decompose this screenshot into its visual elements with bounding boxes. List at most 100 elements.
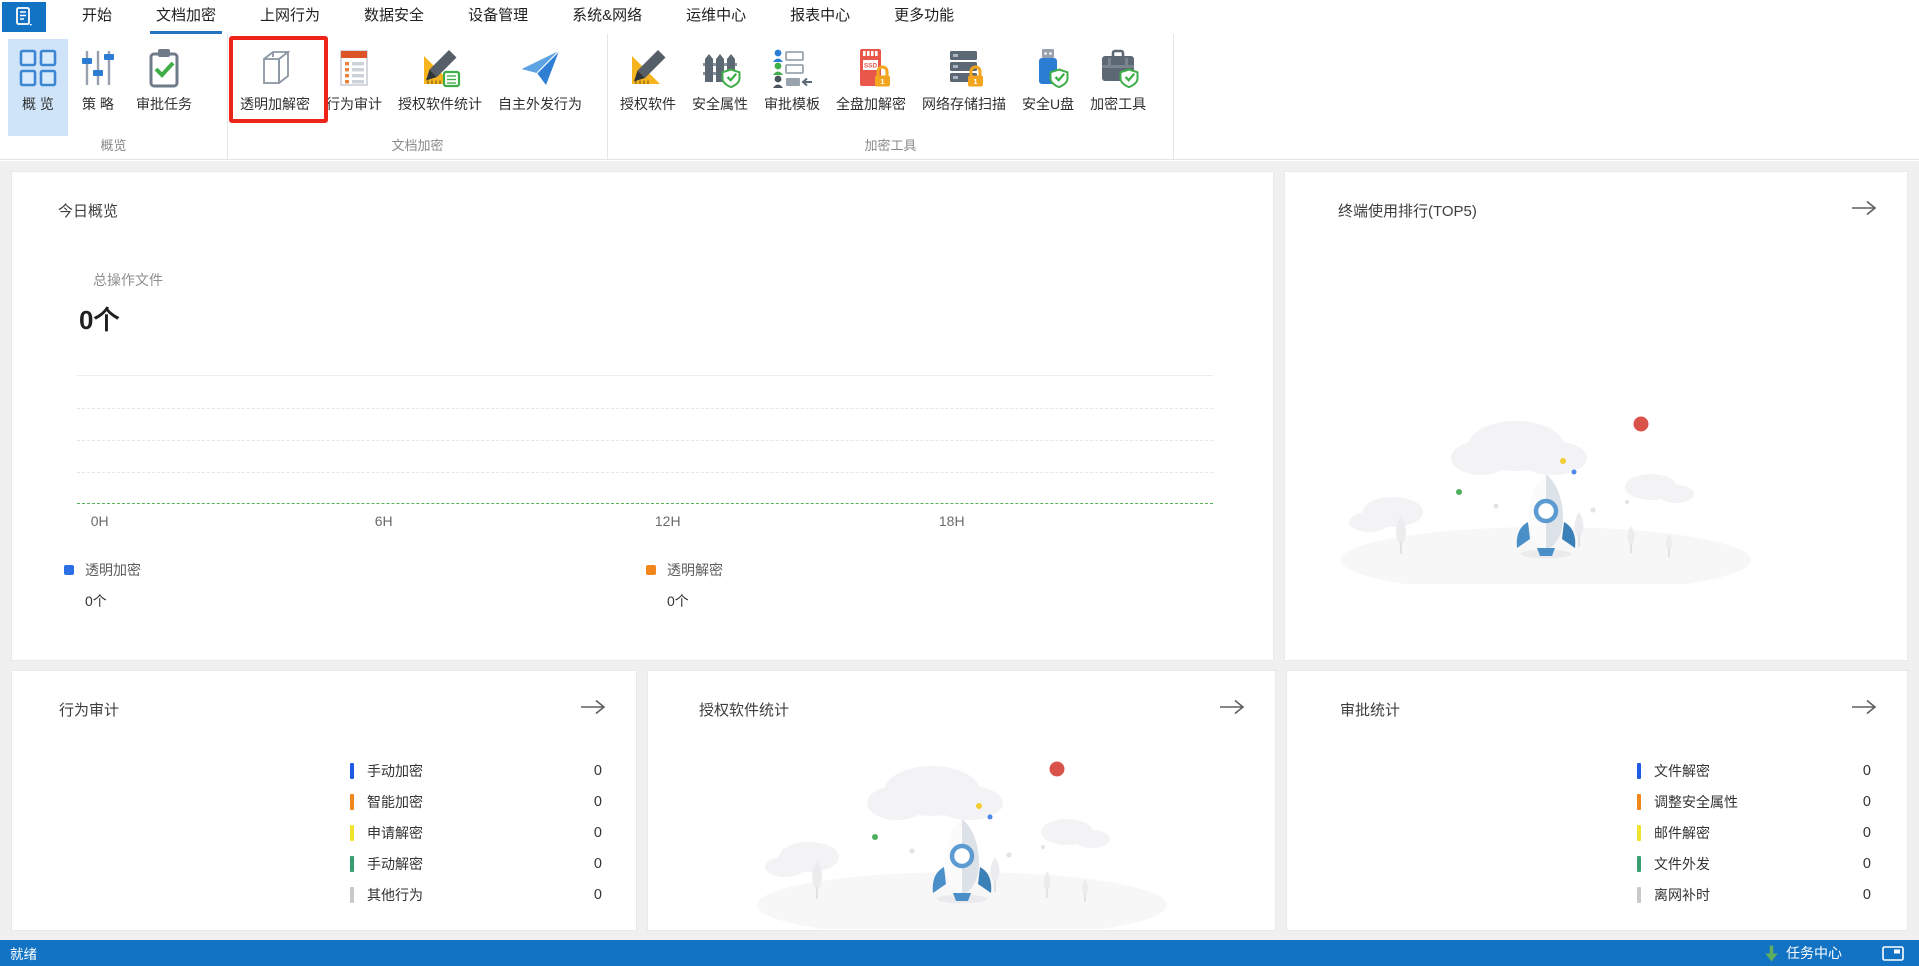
menu-bar: 开始 文档加密 上网行为 数据安全 设备管理 系统&网络 运维中心 报表中心 更…: [0, 0, 1919, 34]
total-files-label: 总操作文件: [93, 272, 163, 288]
x-tick: 6H: [374, 513, 393, 529]
tab-internet-behavior[interactable]: 上网行为: [238, 0, 342, 34]
ribbon-button-transparent-crypt[interactable]: 透明加解密: [232, 39, 318, 136]
ribbon-button-authorized-software-stats[interactable]: 授权软件统计: [390, 39, 490, 136]
task-center-label: 任务中心: [1786, 945, 1842, 961]
panel-title: 审批统计: [1340, 702, 1401, 719]
tab-start[interactable]: 开始: [60, 0, 134, 34]
item-value: 0: [1862, 793, 1871, 810]
status-bar: 就绪 任务中心: [0, 940, 1919, 966]
panel-title: 授权软件统计: [699, 702, 790, 719]
dashboard-content: 今日概览 总操作文件 0个 0H 6H 12H 18H 透明加密 0个 透明解密…: [0, 161, 1919, 940]
ribbon-button-label: 审批任务: [136, 96, 192, 112]
item-value: 0: [593, 824, 602, 841]
item-value: 0: [1862, 762, 1871, 779]
ribbon-button-label: 加密工具: [1090, 96, 1147, 112]
ribbon-button-behavior-audit[interactable]: 行为审计: [318, 39, 390, 136]
tab-report-center[interactable]: 报表中心: [768, 0, 872, 34]
item-label: 文件外发: [1654, 855, 1710, 872]
behavior-audit-list: 手动加密 0 智能加密 0 申请解密 0 手动解密 0 其他行为 0: [350, 755, 602, 910]
item-label: 手动解密: [367, 855, 423, 872]
list-item: 文件外发 0: [1637, 848, 1871, 879]
item-value: 0: [1862, 886, 1871, 903]
arrow-right-icon: [1851, 699, 1877, 715]
transparent-crypt-cube-icon: [263, 51, 291, 84]
ribbon-button-authorized-software[interactable]: 授权软件: [612, 39, 684, 136]
ribbon-button-crypt-tools[interactable]: 加密工具: [1082, 39, 1154, 136]
legend-value: 0个: [667, 593, 689, 609]
legend-value: 0个: [85, 593, 107, 609]
list-item: 调整安全属性 0: [1637, 786, 1871, 817]
item-label: 其他行为: [367, 886, 423, 903]
item-label: 申请解密: [367, 824, 423, 841]
item-label: 智能加密: [367, 793, 423, 810]
item-value: 0: [593, 793, 602, 810]
approval-template-people-icon: [773, 49, 812, 88]
item-label: 邮件解密: [1654, 824, 1710, 841]
arrow-right-icon: [1851, 200, 1877, 216]
chart-gridline: [77, 440, 1213, 441]
app-logo-icon: [16, 7, 32, 26]
ribbon-group-label: 概览: [100, 138, 127, 153]
outgoing-paper-plane-icon: [522, 50, 560, 85]
list-item: 智能加密 0: [350, 786, 602, 817]
ribbon-group-label: 加密工具: [864, 138, 917, 153]
ribbon-button-overview[interactable]: 概 览: [8, 39, 68, 136]
status-ready-text: 就绪: [10, 947, 37, 962]
today-trend-chart: [77, 375, 1213, 504]
item-value: 0: [593, 886, 602, 903]
tab-document-encryption[interactable]: 文档加密: [134, 0, 238, 34]
legend-transparent-decrypt: 透明解密 0个: [646, 560, 723, 611]
ribbon-button-full-disk-crypt[interactable]: SSD 全盘加解密: [828, 39, 914, 136]
secure-usb-shield-icon: [1039, 49, 1069, 89]
task-center-button[interactable]: 任务中心: [1764, 943, 1842, 963]
x-tick: 12H: [654, 513, 681, 529]
list-item: 申请解密 0: [350, 817, 602, 848]
download-arrow-icon: [1765, 945, 1778, 961]
legend-transparent-encrypt: 透明加密 0个: [64, 560, 141, 611]
ribbon-button-network-storage-scan[interactable]: 网络存储扫描: [914, 39, 1014, 136]
color-bar: [350, 886, 354, 903]
ribbon-button-label: 授权软件: [620, 96, 676, 112]
item-value: 0: [593, 762, 602, 779]
ribbon-group-crypt-tools: 授权软件 安全属性 审批模板 SSD 全盘加解密 网络存储扫描 安全U盘 加密工…: [608, 34, 1174, 159]
tab-device-management[interactable]: 设备管理: [446, 0, 550, 34]
app-menu-button[interactable]: [2, 2, 46, 32]
ribbon-toolbar: 概 览 策 略 审批任务 概览 透明加解密 行为审计 授权软件统计 自主外发行为…: [0, 34, 1919, 160]
ribbon-button-approval-task[interactable]: 审批任务: [128, 39, 200, 136]
list-item: 离网补时 0: [1637, 879, 1871, 910]
ribbon-button-outgoing-behavior[interactable]: 自主外发行为: [490, 39, 590, 136]
dropdown-caret-icon: [29, 24, 32, 26]
taskbar-window-button[interactable]: [1882, 945, 1904, 961]
panel-arrow-button[interactable]: [578, 697, 608, 717]
tab-data-security[interactable]: 数据安全: [342, 0, 446, 34]
network-storage-scan-server-lock-icon: [950, 51, 985, 88]
crypt-toolbox-shield-icon: [1102, 49, 1139, 89]
panel-arrow-button[interactable]: [1217, 697, 1247, 717]
app-window: 开始 文档加密 上网行为 数据安全 设备管理 系统&网络 运维中心 报表中心 更…: [0, 0, 1919, 966]
ribbon-button-secure-usb[interactable]: 安全U盘: [1014, 39, 1082, 136]
color-bar: [1637, 886, 1641, 903]
tab-ops-center[interactable]: 运维中心: [664, 0, 768, 34]
behavior-audit-doc-icon: [340, 50, 368, 86]
total-files-value: 0个: [79, 305, 120, 335]
panel-arrow-button[interactable]: [1849, 198, 1879, 218]
panel-arrow-button[interactable]: [1849, 697, 1879, 717]
legend-label: 透明解密: [667, 562, 723, 578]
ribbon-button-approval-template[interactable]: 审批模板: [756, 39, 828, 136]
panel-title: 今日概览: [58, 203, 119, 220]
chart-gridline: [77, 472, 1213, 473]
list-item: 文件解密 0: [1637, 755, 1871, 786]
item-label: 文件解密: [1654, 762, 1710, 779]
item-value: 0: [1862, 855, 1871, 872]
ribbon-button-security-attribute[interactable]: 安全属性: [684, 39, 756, 136]
tab-system-network[interactable]: 系统&网络: [550, 0, 664, 34]
list-item: 手动加密 0: [350, 755, 602, 786]
authorized-software-ruler-pencil-icon: [632, 50, 666, 84]
chart-zero-baseline: [77, 503, 1213, 504]
x-tick: 0H: [90, 513, 109, 529]
tab-more-functions[interactable]: 更多功能: [872, 0, 976, 34]
ribbon-group-document-encryption: 透明加解密 行为审计 授权软件统计 自主外发行为 文档加密: [228, 34, 608, 159]
panel-authorized-software-stats: 授权软件统计: [647, 670, 1276, 931]
ribbon-button-policy[interactable]: 策 略: [68, 39, 128, 136]
